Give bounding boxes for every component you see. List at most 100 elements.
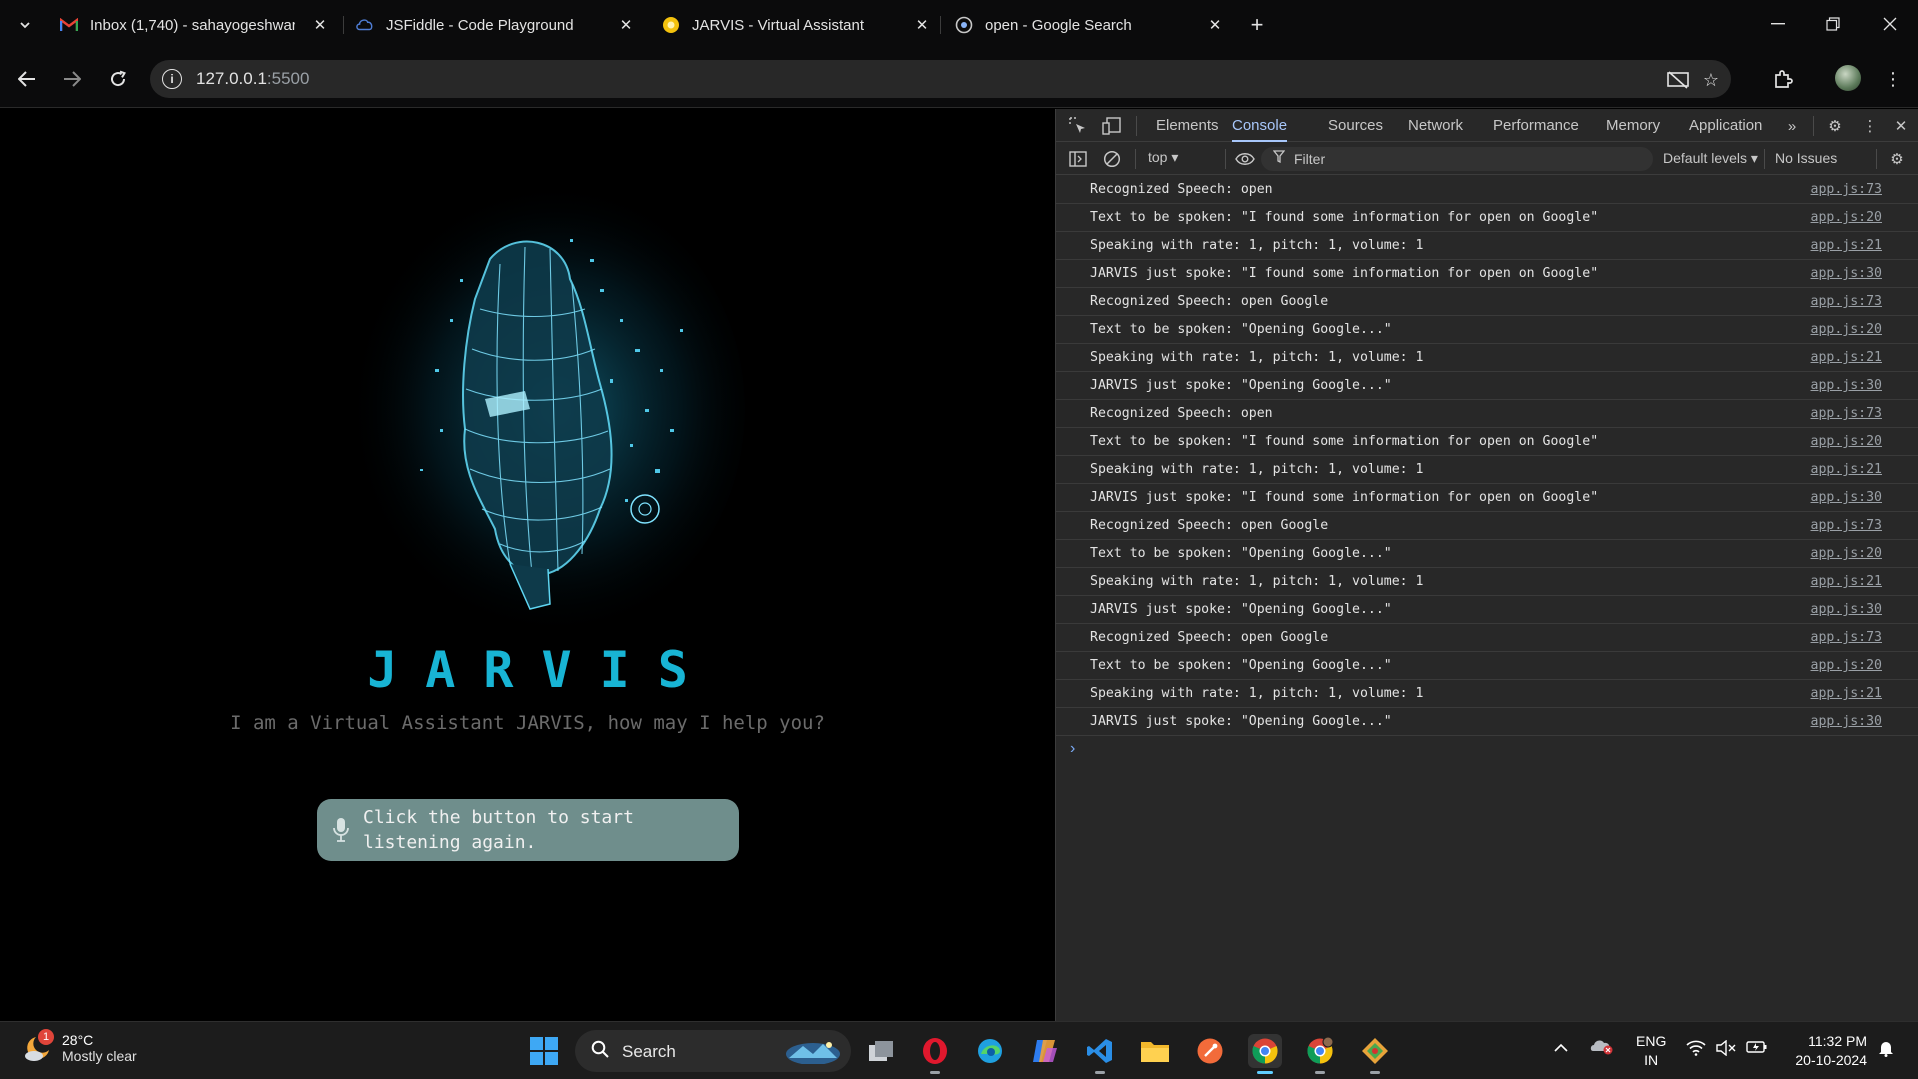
console-source-link[interactable]: app.js:20 [1811,546,1882,561]
chrome-profile-icon[interactable] [1303,1034,1337,1074]
postman-icon[interactable] [1193,1034,1227,1068]
console-source-link[interactable]: app.js:21 [1811,238,1882,253]
close-tab-icon[interactable]: ✕ [1205,15,1225,35]
filter-input[interactable] [1294,149,1634,169]
console-message-text: Text to be spoken: "Opening Google..." [1090,658,1392,673]
more-tabs-chevron-icon[interactable]: » [1781,115,1803,137]
tab-google-search[interactable]: open - Google Search ✕ [955,8,1225,42]
running-indicator [930,1071,940,1074]
console-message-row: JARVIS just spoke: "I found some informa… [1056,484,1918,512]
vscode-icon[interactable] [1083,1034,1117,1074]
console-source-link[interactable]: app.js:21 [1811,574,1882,589]
forward-arrow-icon[interactable] [59,66,85,92]
git-tool-icon[interactable] [1358,1034,1392,1074]
file-explorer-icon[interactable] [1138,1034,1172,1068]
bookmark-star-icon[interactable]: ☆ [1700,69,1722,91]
notification-bell-icon[interactable] [1878,1039,1894,1062]
tab-jarvis[interactable]: JARVIS - Virtual Assistant ✕ [662,8,932,42]
taskbar-search-box[interactable]: Search [575,1030,851,1072]
windows-start-icon[interactable] [527,1034,561,1068]
devtools-tab-application[interactable]: Application [1689,109,1762,142]
sidebar-toggle-icon[interactable] [1067,148,1089,170]
task-view-icon[interactable] [864,1034,898,1068]
console-source-link[interactable]: app.js:30 [1811,714,1882,729]
devtools-tab-console[interactable]: Console [1232,109,1288,142]
settings-gear-icon[interactable]: ⚙ [1824,115,1846,137]
cast-off-icon[interactable] [1667,69,1689,91]
url-text[interactable]: 127.0.0.1:5500 [196,69,309,89]
close-tab-icon[interactable]: ✕ [912,15,932,35]
console-source-link[interactable]: app.js:21 [1811,686,1882,701]
back-arrow-icon[interactable] [14,66,40,92]
tab-jsfiddle[interactable]: JSFiddle - Code Playground ✕ [356,8,636,42]
console-source-link[interactable]: app.js:30 [1811,602,1882,617]
console-source-link[interactable]: app.js:21 [1811,462,1882,477]
devtools-tab-sources[interactable]: Sources [1328,109,1383,142]
toolbar-separator [1225,149,1226,169]
devtools-tab-performance[interactable]: Performance [1493,109,1579,142]
console-settings-gear-icon[interactable]: ⚙ [1886,148,1908,170]
opera-icon[interactable] [918,1034,952,1074]
issues-counter[interactable]: No Issues [1775,150,1837,166]
tab-gmail[interactable]: Inbox (1,740) - sahayogeshwara ✕ [60,8,330,42]
console-source-link[interactable]: app.js:20 [1811,434,1882,449]
clear-console-icon[interactable] [1101,148,1123,170]
close-window-icon[interactable] [1878,12,1902,36]
site-info-icon[interactable]: i [162,69,182,89]
reload-icon[interactable] [105,66,131,92]
system-clock[interactable]: 11:32 PM 20-10-2024 [1787,1032,1867,1070]
inspect-element-icon[interactable] [1067,115,1089,137]
extensions-puzzle-icon[interactable] [1770,66,1796,92]
console-message-row: JARVIS just spoke: "I found some informa… [1056,260,1918,288]
live-expression-eye-icon[interactable] [1234,148,1256,170]
devtools-tab-memory[interactable]: Memory [1606,109,1660,142]
log-levels-dropdown[interactable]: Default levels ▾ [1663,150,1758,167]
show-hidden-icons-chevron-icon[interactable] [1553,1040,1569,1058]
console-source-link[interactable]: app.js:30 [1811,490,1882,505]
search-label: Search [622,1042,676,1061]
context-selector[interactable]: top ▾ [1148,149,1178,166]
tab-search-chevron-icon[interactable] [14,14,36,36]
minimize-icon[interactable] [1766,12,1790,36]
devtools-tab-network[interactable]: Network [1408,109,1463,142]
console-toolbar: top ▾ Default levels ▾ No Issues ⚙ [1056,142,1918,175]
device-toolbar-icon[interactable] [1101,115,1123,137]
console-source-link[interactable]: app.js:73 [1811,406,1882,421]
console-source-link[interactable]: app.js:73 [1811,182,1882,197]
tab-title: open - Google Search [985,16,1132,34]
chrome-icon[interactable] [1248,1034,1282,1074]
new-tab-plus-icon[interactable]: + [1245,12,1269,37]
profile-avatar[interactable] [1835,65,1861,91]
edge-icon[interactable] [973,1034,1007,1068]
close-tab-icon[interactable]: ✕ [616,15,636,35]
console-message-row: Recognized Speech: open Google app.js:73 [1056,624,1918,652]
console-filter-field[interactable] [1261,147,1653,171]
console-source-link[interactable]: app.js:30 [1811,266,1882,281]
devtools-menu-icon[interactable]: ⋮ [1859,115,1881,137]
start-listening-button[interactable]: Click the button to start listening agai… [317,799,739,861]
console-source-link[interactable]: app.js:73 [1811,518,1882,533]
battery-charging-icon[interactable] [1746,1040,1768,1059]
console-source-link[interactable]: app.js:73 [1811,294,1882,309]
restore-icon[interactable] [1821,12,1845,36]
wifi-icon[interactable] [1686,1040,1706,1061]
chrome-menu-icon[interactable]: ⋮ [1880,66,1906,92]
close-devtools-icon[interactable]: ✕ [1890,115,1912,137]
console-source-link[interactable]: app.js:21 [1811,350,1882,365]
console-source-link[interactable]: app.js:30 [1811,378,1882,393]
close-tab-icon[interactable]: ✕ [310,15,330,35]
devtools-tab-elements[interactable]: Elements [1156,109,1219,142]
weather-widget[interactable]: 1 28°C Mostly clear [22,1029,137,1064]
address-bar[interactable]: i 127.0.0.1:5500 ☆ [150,60,1731,98]
tagline: I am a Virtual Assistant JARVIS, how may… [230,712,825,734]
console-prompt[interactable]: › [1056,736,1918,764]
console-source-link[interactable]: app.js:20 [1811,210,1882,225]
console-source-link[interactable]: app.js:73 [1811,630,1882,645]
input-language-indicator[interactable]: ENG IN [1636,1032,1666,1070]
volume-muted-icon[interactable] [1716,1039,1736,1061]
weather-badge: 1 [38,1029,54,1045]
onedrive-error-icon[interactable] [1590,1037,1614,1060]
copilot-icon[interactable] [1028,1034,1062,1068]
console-source-link[interactable]: app.js:20 [1811,658,1882,673]
console-source-link[interactable]: app.js:20 [1811,322,1882,337]
